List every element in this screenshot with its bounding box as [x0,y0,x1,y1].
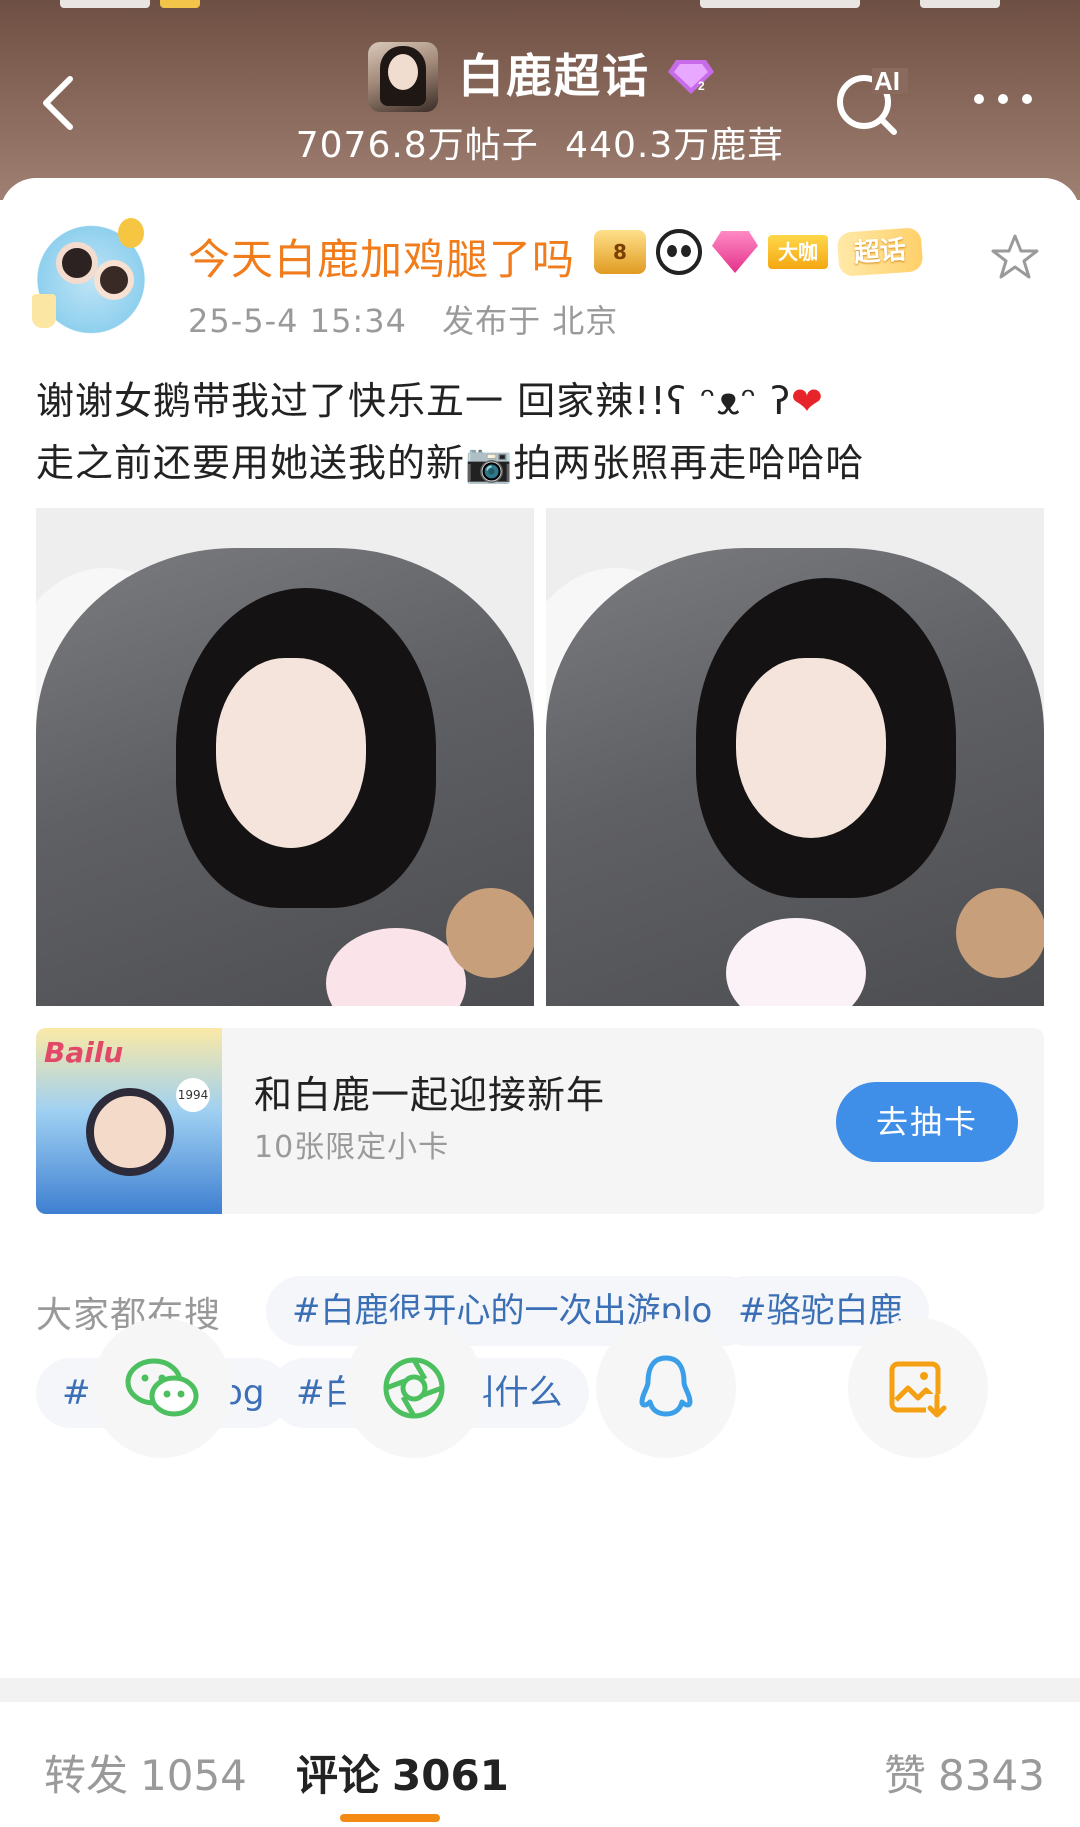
draw-card-button[interactable]: 去抽卡 [836,1082,1018,1162]
chaohua-badge[interactable]: 超话 [836,227,924,277]
heart-emoji-icon: ❤ [790,379,824,423]
promo-card[interactable]: Bailu 1994 和白鹿一起迎接新年 10张限定小卡 去抽卡 [36,1028,1044,1214]
section-divider [0,1678,1080,1702]
active-tab-indicator [340,1814,440,1822]
post-photo-2[interactable] [546,508,1044,1006]
topic-stats: 7076.8万帖子 440.3万鹿茸 [0,116,1080,168]
share-wechat-button[interactable] [92,1318,232,1458]
signal-icon [700,0,860,8]
ai-search-button[interactable]: AI [832,60,912,140]
more-dots-icon [974,94,984,104]
share-qq-button[interactable] [596,1318,736,1458]
topic-avatar[interactable] [368,42,438,112]
promo-title: 和白鹿一起迎接新年 [254,1073,606,1117]
svg-text:2: 2 [698,79,705,93]
more-button[interactable] [968,84,1038,114]
status-time [60,0,150,8]
vip-crown-badge-icon[interactable]: 8 [594,230,646,274]
post-location: 发布于 北京 [442,302,619,340]
promo-image: Bailu 1994 [36,1028,222,1214]
tab-likes[interactable]: 赞 8343 [884,1742,1045,1803]
save-image-icon [889,1361,948,1418]
dk-badge[interactable]: 大咖 [768,235,828,269]
diamond-badge-icon: 2 [668,60,714,94]
topic-title: 白鹿超话 [458,49,650,103]
status-bar [0,0,1080,18]
gem-level-badge-icon[interactable] [712,231,758,273]
save-image-button[interactable] [848,1318,988,1458]
topic-header: 白鹿超话 2 7076.8万帖子 440.3万鹿茸 AI [0,0,1080,200]
post-photo-1[interactable] [36,508,534,1006]
post-text: 谢谢女鹅带我过了快乐五一 回家辣!!ʕ ᵔᴥᵔ ʔ❤ 走之前还要用她送我的新📷拍… [36,370,1046,494]
author-name[interactable]: 今天白鹿加鸡腿了吗 [188,226,575,287]
interaction-tabs: 转发 1054 评论 3061 赞 8343 [0,1702,1080,1827]
post-date: 25-5-4 15:34 [188,302,407,340]
status-indicator-icon [160,0,200,8]
battery-icon [920,0,1000,8]
star-icon[interactable] [990,232,1040,282]
tab-reposts[interactable]: 转发 1054 [44,1742,247,1803]
post-text-line-1: 谢谢女鹅带我过了快乐五一 回家辣!!ʕ ᵔᴥᵔ ʔ❤ [36,379,824,423]
promo-subtitle: 10张限定小卡 [254,1130,450,1165]
share-moments-button[interactable] [344,1318,484,1458]
post-text-line-2: 走之前还要用她送我的新📷拍两张照再走哈哈哈 [36,441,865,485]
author-badges: 8 大咖 超话 [594,222,924,282]
share-buttons [0,1318,1080,1458]
author-avatar[interactable] [26,208,156,338]
followers-count: 440.3万鹿茸 [565,125,785,166]
posts-count: 7076.8万帖子 [295,125,539,166]
qq-icon [639,1355,693,1417]
moments-icon [383,1357,445,1419]
panda-badge-icon[interactable] [656,229,702,275]
ai-search-icon: AI [837,66,908,135]
wechat-icon [125,1358,199,1417]
share-row [0,1500,1080,1640]
post-meta: 25-5-4 15:34 发布于 北京 [188,296,618,342]
ai-label: AI [874,66,900,96]
tab-comments[interactable]: 评论 3061 [296,1742,509,1803]
camera-emoji-icon: 📷 [465,441,514,485]
